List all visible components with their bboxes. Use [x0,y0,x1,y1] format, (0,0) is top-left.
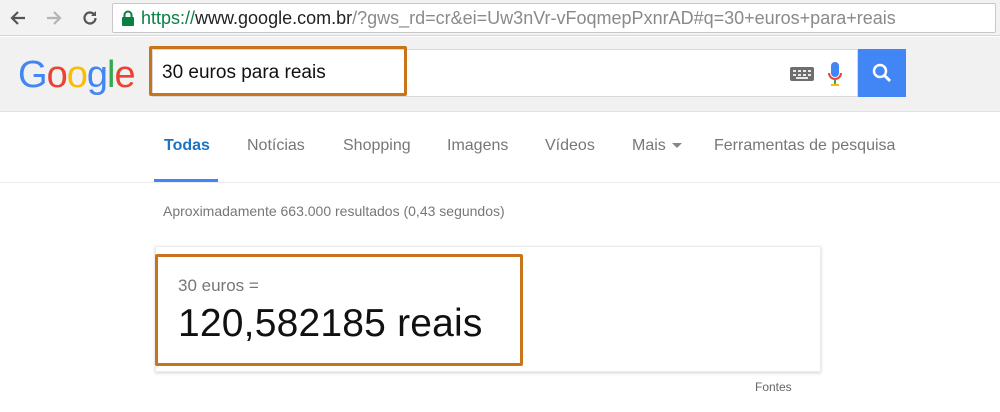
lock-icon [122,10,134,26]
chevron-down-icon [671,143,682,149]
answer-highlight-box [155,254,523,366]
sources-link[interactable]: Fontes [755,380,792,394]
address-bar[interactable]: https://www.google.com.br/?gws_rd=cr&ei=… [112,3,996,33]
browser-toolbar: https://www.google.com.br/?gws_rd=cr&ei=… [0,0,1000,36]
search-icon [872,63,892,83]
logo-letter: G [18,54,48,96]
active-tab-indicator [154,179,218,182]
tab-videos[interactable]: Vídeos [545,137,595,155]
tab-mais[interactable]: Mais [632,137,682,155]
url-scheme: https:// [141,7,196,28]
tab-shopping[interactable]: Shopping [343,137,411,155]
tab-noticias[interactable]: Notícias [247,137,305,155]
reload-icon[interactable] [78,6,102,30]
logo-letter: o [46,54,68,96]
search-header: Google 30 euros para reais [0,37,1000,112]
query-highlight-box [149,46,407,96]
search-button[interactable] [858,49,906,97]
logo-letter: g [86,54,108,96]
forward-arrow-icon[interactable] [42,6,66,30]
google-logo[interactable]: Google [18,54,136,97]
tab-ferramentas[interactable]: Ferramentas de pesquisa [714,137,895,155]
tab-mais-label: Mais [632,137,666,154]
microphone-icon[interactable] [826,61,844,89]
tab-imagens[interactable]: Imagens [447,137,508,155]
tab-todas[interactable]: Todas [164,137,210,155]
logo-letter: o [66,54,88,96]
search-tabs: Todas Notícias Shopping Imagens Vídeos M… [0,112,1000,183]
logo-letter: l [106,54,116,96]
url-path: /?gws_rd=cr&ei=Uw3nVr-vFoqmepPxnrAD#q=30… [352,7,896,28]
result-stats: Aproximadamente 663.000 resultados (0,43… [163,203,505,219]
back-arrow-icon[interactable] [6,6,30,30]
url-host: www.google.com.br [195,7,353,28]
logo-letter: e [114,54,135,96]
keyboard-icon[interactable] [790,67,814,81]
page: https://www.google.com.br/?gws_rd=cr&ei=… [0,0,1000,412]
